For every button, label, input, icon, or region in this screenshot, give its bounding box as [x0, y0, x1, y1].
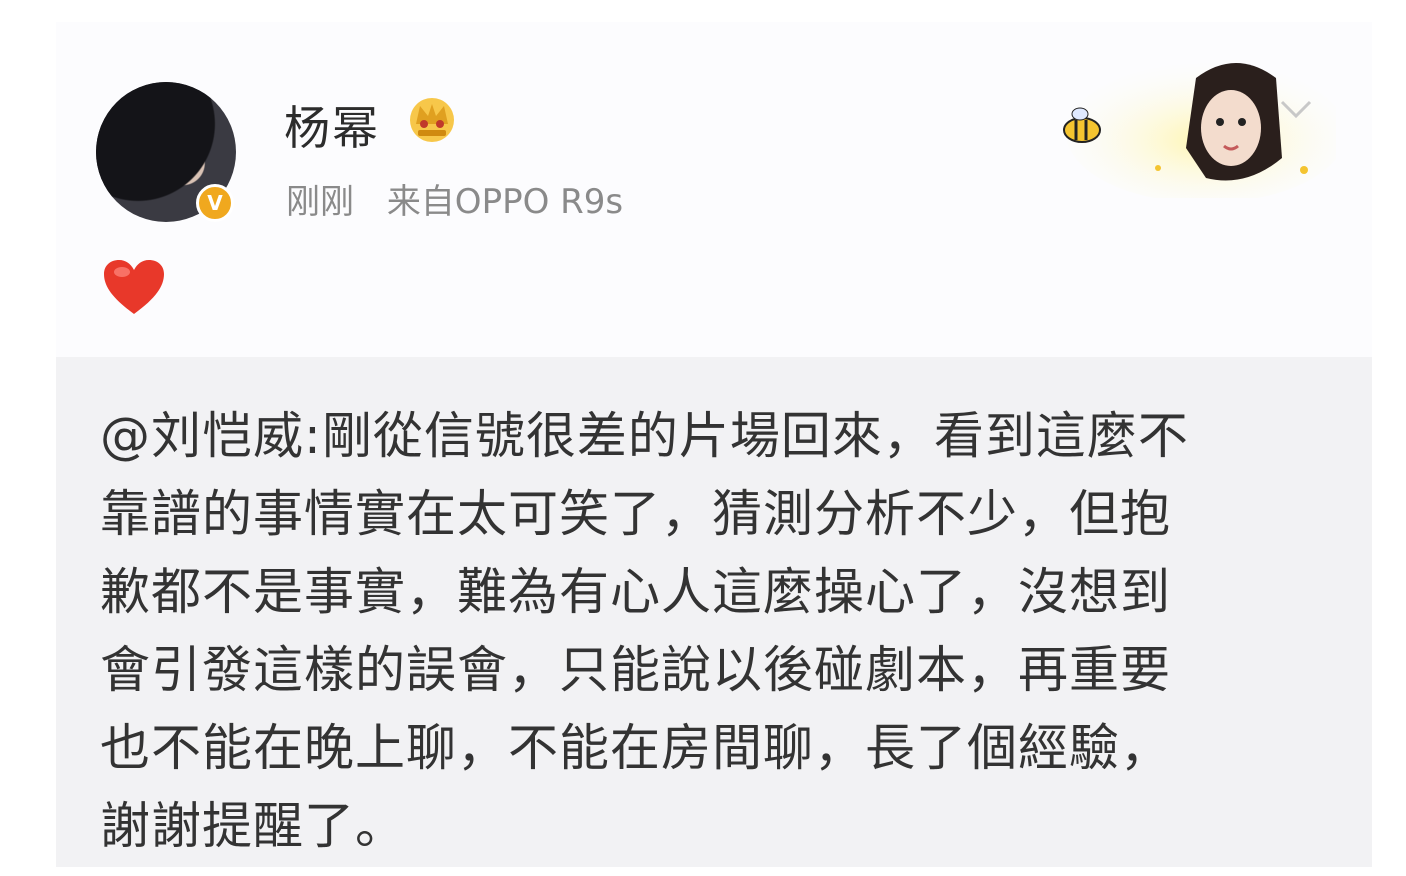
- text-line: 會引發這樣的誤會，只能說以後碰劇本，再重要: [100, 641, 1171, 699]
- weibo-post-card: V 杨幂 刚刚 来自OPPO R9s @刘恺威:剛從信號很差的片場回來，看到這麼…: [56, 22, 1372, 867]
- post-text: @刘恺威:剛從信號很差的片場回來，看到這麼不 靠譜的事情實在太可笑了，猜測分析不…: [100, 397, 1300, 865]
- chevron-down-icon[interactable]: [1278, 90, 1314, 126]
- username[interactable]: 杨幂: [284, 92, 380, 158]
- text-line: @刘恺威:剛從信號很差的片場回來，看到這麼不: [100, 407, 1189, 465]
- post-source[interactable]: 来自OPPO R9s: [387, 182, 623, 222]
- crown-icon: [410, 98, 454, 142]
- verified-icon: V: [196, 184, 234, 222]
- heart-icon: [104, 260, 164, 314]
- post-header: V 杨幂 刚刚 来自OPPO R9s: [56, 22, 1372, 357]
- text-line: 謝謝提醒了。: [100, 797, 406, 855]
- post-time: 刚刚: [286, 182, 354, 222]
- text-line: 也不能在晚上聊，不能在房間聊，長了個經驗，: [100, 719, 1171, 777]
- repost-content: @刘恺威:剛從信號很差的片場回來，看到這麼不 靠譜的事情實在太可笑了，猜測分析不…: [56, 357, 1372, 867]
- text-line: 歉都不是事實，難為有心人這麼操心了，沒想到: [100, 563, 1171, 621]
- post-meta: 刚刚 来自OPPO R9s: [286, 174, 623, 223]
- text-line: 靠譜的事情實在太可笑了，猜測分析不少，但抱: [100, 485, 1171, 543]
